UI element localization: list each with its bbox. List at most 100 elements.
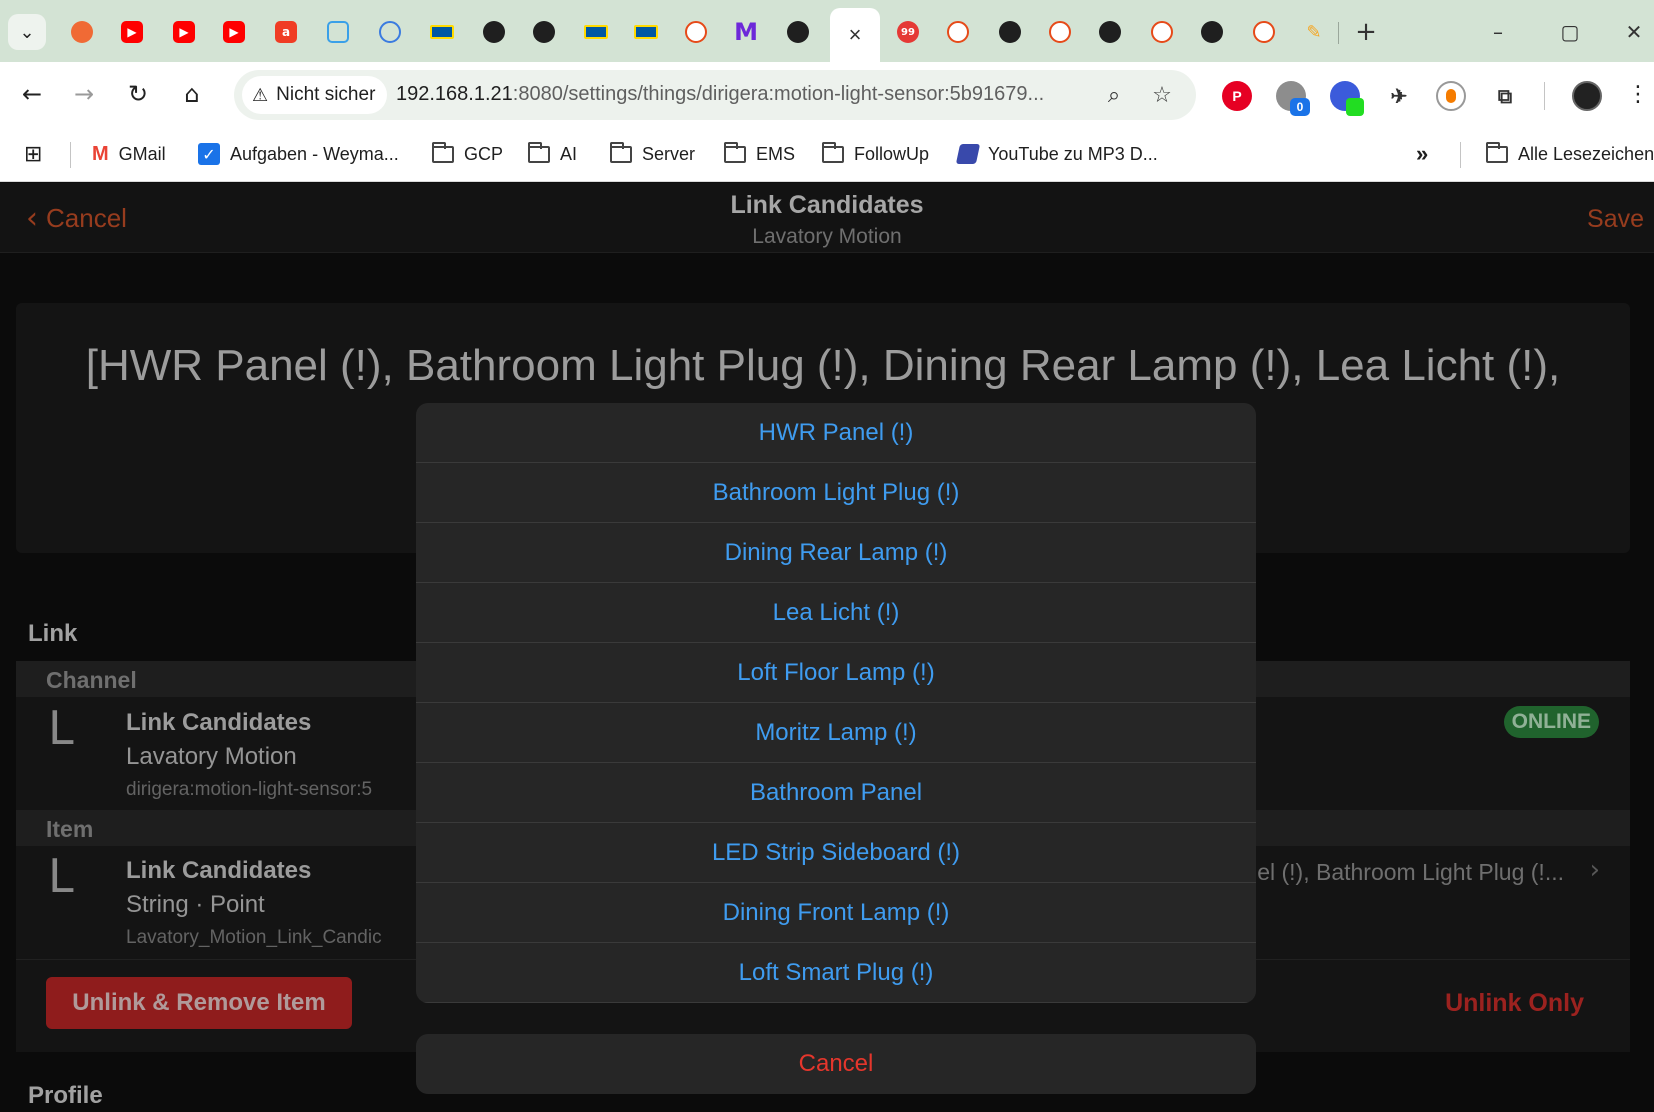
bookmark-label: Server — [642, 143, 696, 164]
tab[interactable] — [366, 14, 414, 50]
tab-favicon-icon: ✎ — [1306, 21, 1322, 43]
browser-toolbar: ← → ↻ ⌂ ⚠ Nicht sicher 192.168.1.21:8080… — [0, 62, 1654, 128]
more-bookmarks-chevron-icon[interactable]: » — [1416, 139, 1428, 169]
tab[interactable] — [622, 14, 670, 50]
all-bookmarks-label: Alle Lesezeichen — [1518, 143, 1654, 164]
folder-icon — [724, 141, 746, 163]
bookmark-label: YouTube zu MP3 D... — [988, 143, 1158, 164]
tab[interactable] — [470, 14, 518, 50]
tab[interactable] — [774, 14, 822, 50]
openhab-icon — [1253, 21, 1275, 43]
folder-icon — [1486, 141, 1508, 163]
back-arrow-icon[interactable]: ← — [12, 74, 52, 114]
action-sheet-item[interactable]: Moritz Lamp (!) — [416, 703, 1256, 763]
bookmark-aufgaben[interactable]: ✓ Aufgaben - Weyma... — [198, 139, 399, 169]
home-icon[interactable]: ⌂ — [172, 74, 212, 114]
tab[interactable]: a — [262, 14, 310, 50]
action-sheet-item[interactable]: Dining Rear Lamp (!) — [416, 523, 1256, 583]
bookmark-youtube-mp3[interactable]: YouTube zu MP3 D... — [955, 139, 1158, 169]
active-tab[interactable]: × — [830, 8, 880, 62]
profile-avatar[interactable] — [1572, 81, 1602, 111]
tab[interactable] — [58, 14, 106, 50]
extension-icon[interactable]: ✈ — [1384, 81, 1414, 111]
tab[interactable] — [1240, 14, 1288, 50]
youtube-icon: ▶ — [223, 21, 245, 43]
action-sheet-item[interactable]: HWR Panel (!) — [416, 403, 1256, 463]
bookmark-folder-ai[interactable]: AI — [528, 139, 577, 169]
tab[interactable] — [672, 14, 720, 50]
tab[interactable] — [1036, 14, 1084, 50]
bookmark-star-icon[interactable]: ☆ — [1148, 81, 1176, 109]
openhab-icon — [1049, 21, 1071, 43]
tab[interactable]: 99 — [884, 14, 932, 50]
security-chip[interactable]: ⚠ Nicht sicher — [242, 76, 388, 114]
security-label: Nicht sicher — [276, 84, 376, 105]
pinterest-icon[interactable]: P — [1222, 81, 1252, 111]
new-tab-plus-icon[interactable]: + — [1346, 14, 1386, 50]
action-sheet-item[interactable]: Bathroom Panel — [416, 763, 1256, 823]
tab-search-button[interactable]: ⌄ — [8, 14, 46, 50]
close-icon[interactable]: × — [849, 22, 862, 48]
action-sheet-item[interactable]: Loft Floor Lamp (!) — [416, 643, 1256, 703]
minimize-icon[interactable]: – — [1478, 14, 1518, 50]
reload-icon[interactable]: ↻ — [118, 74, 158, 114]
extensions-puzzle-icon[interactable]: ⧉ — [1490, 81, 1520, 111]
tab[interactable] — [572, 14, 620, 50]
tab[interactable]: M — [722, 14, 770, 50]
extension-badge: 0 — [1290, 98, 1310, 116]
tab[interactable] — [1188, 14, 1236, 50]
tab[interactable]: ▶ — [160, 14, 208, 50]
tab[interactable]: ▶ — [108, 14, 156, 50]
action-sheet-item[interactable]: Dining Front Lamp (!) — [416, 883, 1256, 943]
tab[interactable] — [1086, 14, 1134, 50]
extension-icon[interactable] — [1436, 81, 1466, 111]
tab[interactable] — [1138, 14, 1186, 50]
more-menu-icon[interactable]: ⋮ — [1618, 74, 1654, 114]
tab[interactable] — [418, 14, 466, 50]
ikea-icon — [430, 25, 454, 39]
tab-separator — [1338, 22, 1339, 44]
forward-arrow-icon[interactable]: → — [64, 74, 104, 114]
tab[interactable]: ✎ — [1290, 14, 1338, 50]
bookmark-gmail[interactable]: M GMail — [92, 139, 166, 169]
ikea-icon — [634, 25, 658, 39]
tab[interactable] — [986, 14, 1034, 50]
tab[interactable]: ▶ — [210, 14, 258, 50]
bookmark-folder-followup[interactable]: FollowUp — [822, 139, 929, 169]
tab[interactable] — [314, 14, 362, 50]
window-close-icon[interactable]: ✕ — [1614, 14, 1654, 50]
bookmark-folder-ems[interactable]: EMS — [724, 139, 795, 169]
bookmark-divider — [1460, 142, 1461, 168]
url-path: :8080/settings/things/dirigera:motion-li… — [512, 83, 1045, 105]
apps-grid-icon[interactable]: ⊞ — [24, 139, 42, 169]
tab[interactable] — [520, 14, 568, 50]
zoom-icon[interactable]: ⌕ — [1100, 81, 1128, 109]
all-bookmarks[interactable]: Alle Lesezeichen — [1486, 139, 1654, 169]
tab[interactable] — [934, 14, 982, 50]
tab-strip: ⌄ ▶ ▶ ▶ a M × 99 ✎ + – ▢ ✕ — [0, 0, 1654, 62]
action-sheet-item[interactable]: Loft Smart Plug (!) — [416, 943, 1256, 1003]
bookmark-folder-server[interactable]: Server — [610, 139, 695, 169]
openhab-icon — [685, 21, 707, 43]
tab-favicon-icon: 99 — [897, 21, 919, 43]
bookmark-folder-gcp[interactable]: GCP — [432, 139, 503, 169]
bookmark-label: AI — [560, 143, 578, 164]
chat-icon — [327, 21, 349, 43]
tab-favicon-icon — [71, 21, 93, 43]
tasks-checkbox-icon: ✓ — [198, 143, 220, 165]
action-sheet: HWR Panel (!) Bathroom Light Plug (!) Di… — [416, 403, 1256, 1003]
address-bar[interactable]: ⚠ Nicht sicher 192.168.1.21:8080/setting… — [234, 70, 1196, 120]
action-sheet-item[interactable]: Lea Licht (!) — [416, 583, 1256, 643]
github-icon — [1099, 21, 1121, 43]
bookmark-label: GMail — [118, 143, 166, 164]
github-icon — [533, 21, 555, 43]
ikea-icon — [584, 25, 608, 39]
action-sheet-item[interactable]: Bathroom Light Plug (!) — [416, 463, 1256, 523]
chevron-down-icon: ⌄ — [19, 21, 35, 42]
action-sheet-cancel-button[interactable]: Cancel — [416, 1034, 1256, 1094]
github-icon — [483, 21, 505, 43]
folder-icon — [432, 141, 454, 163]
action-sheet-item[interactable]: LED Strip Sideboard (!) — [416, 823, 1256, 883]
url-text[interactable]: 192.168.1.21:8080/settings/things/dirige… — [396, 83, 1086, 106]
maximize-icon[interactable]: ▢ — [1550, 14, 1590, 50]
